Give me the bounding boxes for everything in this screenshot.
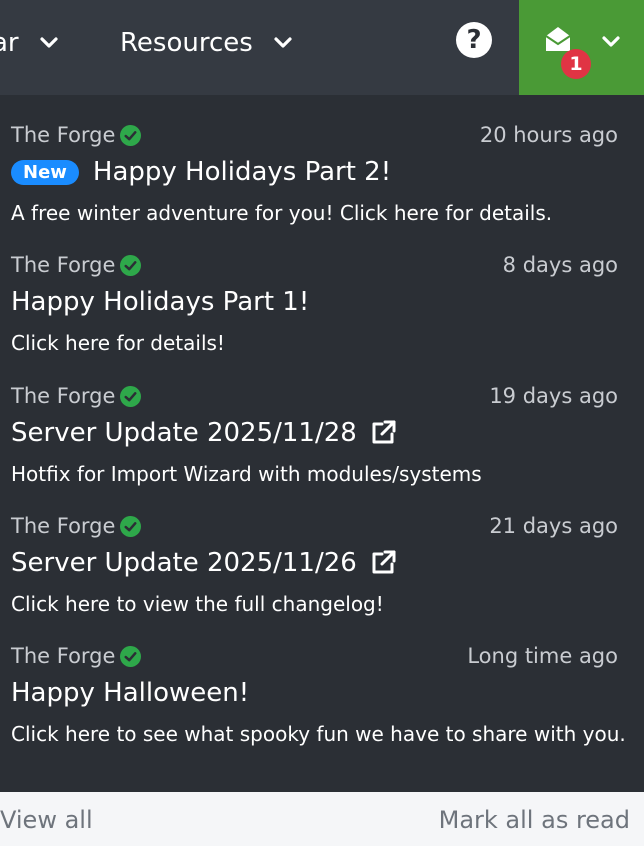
notification-source: The Forge <box>11 384 142 408</box>
verified-check-icon <box>120 385 142 407</box>
notification-title-text: Happy Holidays Part 1! <box>11 287 310 317</box>
notification-title: Happy Halloween! <box>11 678 249 708</box>
notification-title: New Happy Holidays Part 2! <box>11 157 391 187</box>
chevron-down-icon <box>602 36 620 47</box>
nav-menu-partial-label: ar <box>0 27 19 58</box>
notification-list: The Forge 20 hours ago New Happy Holiday… <box>0 95 644 792</box>
notification-timestamp: 21 days ago <box>489 514 618 538</box>
notification-source: The Forge <box>11 253 142 277</box>
notification-description: Click here to see what spooky fun we hav… <box>11 722 626 746</box>
notification-title-text: Server Update 2025/11/28 <box>11 418 357 448</box>
external-link-icon[interactable] <box>369 419 397 447</box>
notification-timestamp: Long time ago <box>467 644 618 668</box>
notification-item[interactable]: The Forge 21 days ago Server Update 2025… <box>0 486 644 616</box>
chevron-down-icon <box>274 36 292 48</box>
notification-source-label: The Forge <box>11 123 116 147</box>
notification-source-label: The Forge <box>11 514 116 538</box>
external-link-icon[interactable] <box>369 549 397 577</box>
verified-check-icon <box>120 124 142 146</box>
notification-title: Server Update 2025/11/26 <box>11 548 397 578</box>
notification-item[interactable]: The Forge 8 days ago Happy Holidays Part… <box>0 225 644 355</box>
notification-item[interactable]: The Forge 20 hours ago New Happy Holiday… <box>0 95 644 225</box>
notification-title: Happy Holidays Part 1! <box>11 287 309 317</box>
verified-check-icon <box>120 515 142 537</box>
notification-title: Server Update 2025/11/28 <box>11 418 397 448</box>
mark-all-read-link[interactable]: Mark all as read <box>439 806 630 834</box>
new-badge: New <box>11 159 79 185</box>
top-navigation-bar: ar Resources ? 1 <box>0 0 644 95</box>
nav-menu-partial[interactable]: ar <box>0 0 59 85</box>
view-all-link[interactable]: View all <box>0 806 93 834</box>
notification-source-label: The Forge <box>11 644 116 668</box>
notification-source-label: The Forge <box>11 384 116 408</box>
chevron-down-icon <box>40 36 58 48</box>
notification-footer: View all Mark all as read <box>0 792 644 846</box>
question-circle-icon: ? <box>466 25 482 55</box>
notifications-button[interactable]: 1 <box>519 0 644 95</box>
notification-description: Click here for details! <box>11 331 225 355</box>
notification-title-text: Server Update 2025/11/26 <box>11 548 357 578</box>
notification-title-text: Happy Holidays Part 2! <box>92 157 392 187</box>
notification-timestamp: 20 hours ago <box>479 123 618 147</box>
notification-timestamp: 19 days ago <box>489 384 618 408</box>
verified-check-icon <box>120 254 142 276</box>
notification-count-badge: 1 <box>561 49 591 79</box>
nav-resources-label: Resources <box>120 27 253 58</box>
notification-source: The Forge <box>11 123 142 147</box>
nav-menu-resources[interactable]: Resources <box>120 0 293 85</box>
notification-source: The Forge <box>11 514 142 538</box>
help-button[interactable]: ? <box>456 22 492 58</box>
notification-source: The Forge <box>11 644 142 668</box>
notification-item[interactable]: The Forge Long time ago Happy Halloween!… <box>0 616 644 792</box>
notification-title-text: Happy Halloween! <box>11 678 250 708</box>
verified-check-icon <box>120 645 142 667</box>
notification-item[interactable]: The Forge 19 days ago Server Update 2025… <box>0 356 644 486</box>
notification-timestamp: 8 days ago <box>502 253 618 277</box>
notification-source-label: The Forge <box>11 253 116 277</box>
